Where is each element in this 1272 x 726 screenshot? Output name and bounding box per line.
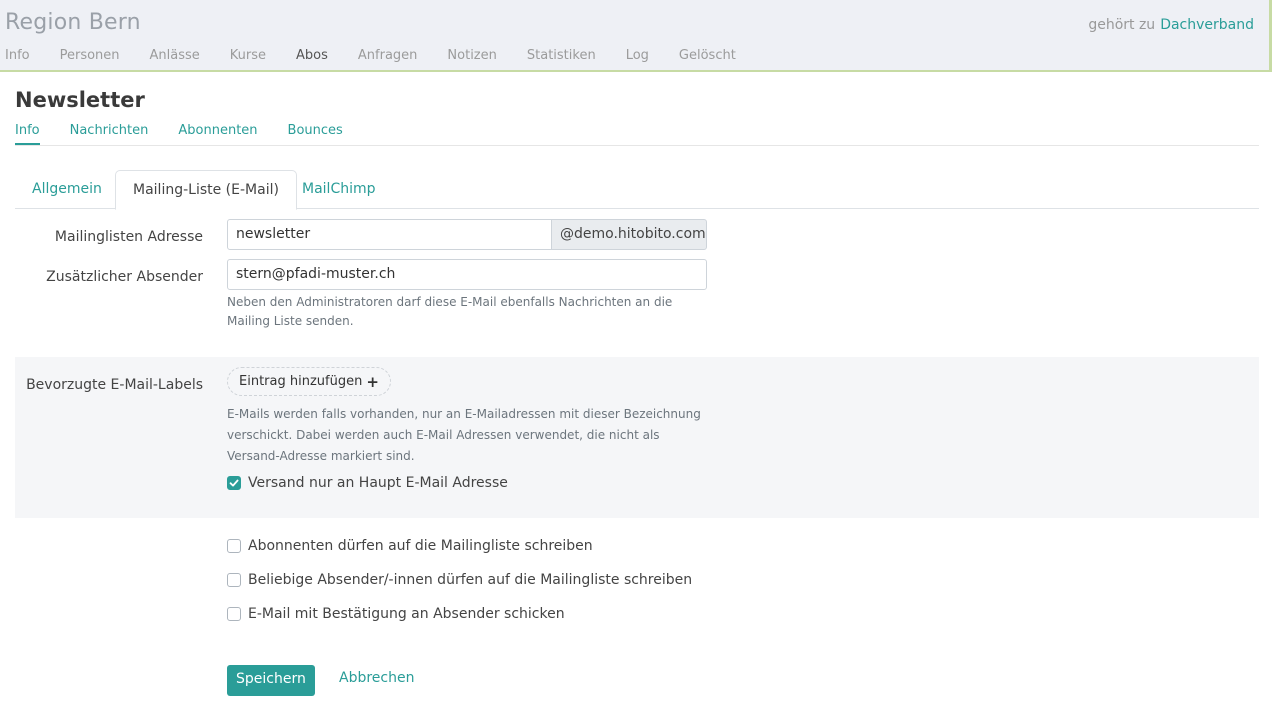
delivery-report-checkbox[interactable]: E-Mail mit Bestätigung an Absender schic… — [227, 606, 565, 622]
mail-address-label: Mailinglisten Adresse — [54, 229, 203, 245]
main-email-only-label: Versand nur an Haupt E-Mail Adresse — [248, 475, 508, 491]
anyone-may-post-label: Beliebige Absender/-innen dürfen auf die… — [248, 572, 693, 588]
parent-group-link[interactable]: Dachverband — [1160, 17, 1254, 33]
nav-personen[interactable]: Personen — [60, 48, 120, 63]
form-tabs: Allgemein Mailing-Liste (E-Mail) MailChi… — [15, 170, 1259, 210]
sub-nav: Info Nachrichten Abonnenten Bounces — [15, 116, 1259, 146]
tab-allgemein[interactable]: Allgemein — [15, 170, 119, 209]
cancel-link[interactable]: Abbrechen — [339, 670, 414, 686]
nav-anlaesse[interactable]: Anlässe — [150, 48, 200, 63]
checkbox-unchecked-icon — [227, 539, 241, 553]
subscribers-may-post-checkbox[interactable]: Abonnenten dürfen auf die Mailingliste s… — [227, 538, 593, 554]
nav-anfragen[interactable]: Anfragen — [358, 48, 418, 63]
preferred-labels-label: Bevorzugte E-Mail-Labels — [26, 377, 203, 393]
nav-geloescht[interactable]: Gelöscht — [679, 48, 736, 63]
group-header: Region Bern gehört zu Dachverband Info Pe… — [0, 0, 1272, 72]
main-nav: Info Personen Anlässe Kurse Abos Anfrage… — [5, 48, 766, 63]
plus-icon: + — [366, 372, 379, 391]
subnav-bounces[interactable]: Bounces — [288, 116, 343, 145]
additional-sender-input[interactable]: stern@pfadi-muster.ch — [227, 259, 707, 290]
subscribers-may-post-label: Abonnenten dürfen auf die Mailingliste s… — [248, 538, 593, 554]
delivery-report-label: E-Mail mit Bestätigung an Absender schic… — [248, 606, 565, 622]
main-email-only-checkbox[interactable]: Versand nur an Haupt E-Mail Adresse — [227, 475, 508, 491]
nav-log[interactable]: Log — [626, 48, 649, 63]
nav-kurse[interactable]: Kurse — [230, 48, 266, 63]
page-title: Newsletter — [15, 88, 145, 112]
additional-sender-help: Neben den Administratoren darf diese E-M… — [227, 295, 673, 328]
mail-address-input[interactable]: newsletter — [227, 219, 552, 250]
subnav-abonnenten[interactable]: Abonnenten — [178, 116, 257, 145]
nav-statistiken[interactable]: Statistiken — [527, 48, 596, 63]
parent-prefix: gehört zu — [1088, 17, 1156, 33]
anyone-may-post-checkbox[interactable]: Beliebige Absender/-innen dürfen auf die… — [227, 572, 692, 588]
checkbox-unchecked-icon — [227, 607, 241, 621]
add-entry-button[interactable]: Eintrag hinzufügen + — [227, 367, 391, 396]
group-title: Region Bern — [5, 10, 141, 35]
parent-group: gehört zu Dachverband — [1088, 17, 1254, 33]
subnav-nachrichten[interactable]: Nachrichten — [70, 116, 149, 145]
tab-mailing-liste[interactable]: Mailing-Liste (E-Mail) — [115, 170, 297, 210]
save-button[interactable]: Speichern — [227, 665, 315, 696]
add-entry-label: Eintrag hinzufügen — [239, 374, 363, 389]
preferred-labels-help: E-Mails werden falls vorhanden, nur an E… — [227, 407, 701, 463]
additional-sender-label: Zusätzlicher Absender — [46, 269, 203, 285]
nav-notizen[interactable]: Notizen — [447, 48, 496, 63]
nav-info[interactable]: Info — [5, 48, 30, 63]
checkbox-checked-icon — [227, 476, 241, 490]
mail-domain-addon: @demo.hitobito.com — [551, 219, 707, 250]
checkbox-unchecked-icon — [227, 573, 241, 587]
subnav-info[interactable]: Info — [15, 116, 40, 145]
tab-mailchimp[interactable]: MailChimp — [285, 170, 393, 209]
nav-abos[interactable]: Abos — [296, 48, 328, 63]
